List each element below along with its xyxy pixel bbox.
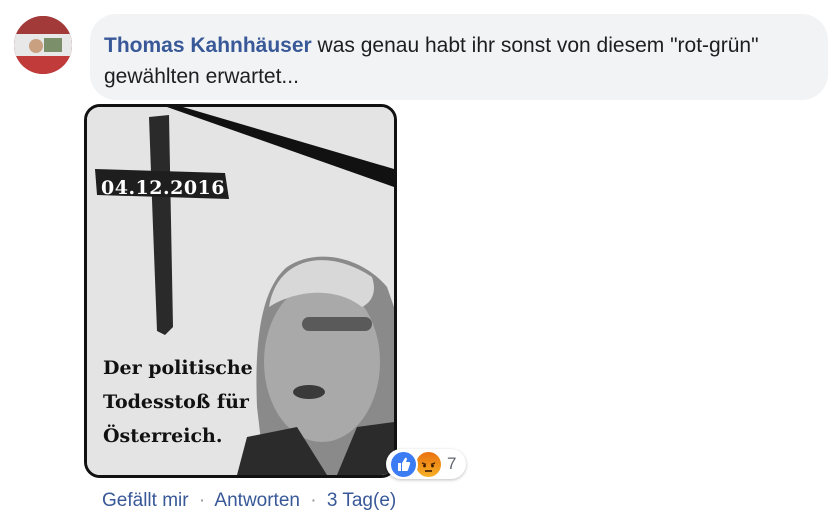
like-icon bbox=[389, 449, 418, 479]
separator: · bbox=[198, 490, 206, 511]
timestamp-link[interactable]: 3 Tag(e) bbox=[327, 490, 396, 511]
meme-caption: Der politische Todesstoß für Österreich. bbox=[103, 351, 253, 453]
reply-link[interactable]: Antworten bbox=[214, 490, 300, 511]
reaction-count: 7 bbox=[447, 454, 457, 473]
caption-line-2: Todesstoß für bbox=[103, 391, 249, 413]
avatar[interactable] bbox=[14, 16, 72, 74]
caption-line-3: Österreich. bbox=[103, 425, 223, 447]
separator: · bbox=[310, 490, 317, 511]
comment-bubble: Thomas Kahnhäuser was genau habt ihr son… bbox=[90, 14, 828, 100]
comment-image[interactable]: 04.12.2016 Der politische Todesstoß für … bbox=[84, 104, 397, 478]
caption-line-1: Der politische bbox=[103, 357, 253, 379]
comment-actions: Gefällt mir · Antworten · 3 Tag(e) bbox=[102, 490, 396, 512]
comment-author-link[interactable]: Thomas Kahnhäuser bbox=[104, 34, 312, 57]
avatar-image bbox=[14, 16, 72, 74]
angry-icon bbox=[414, 449, 443, 479]
like-link[interactable]: Gefällt mir bbox=[102, 490, 189, 511]
reactions-summary[interactable]: 7 bbox=[386, 449, 467, 479]
meme-date: 04.12.2016 bbox=[101, 177, 225, 199]
